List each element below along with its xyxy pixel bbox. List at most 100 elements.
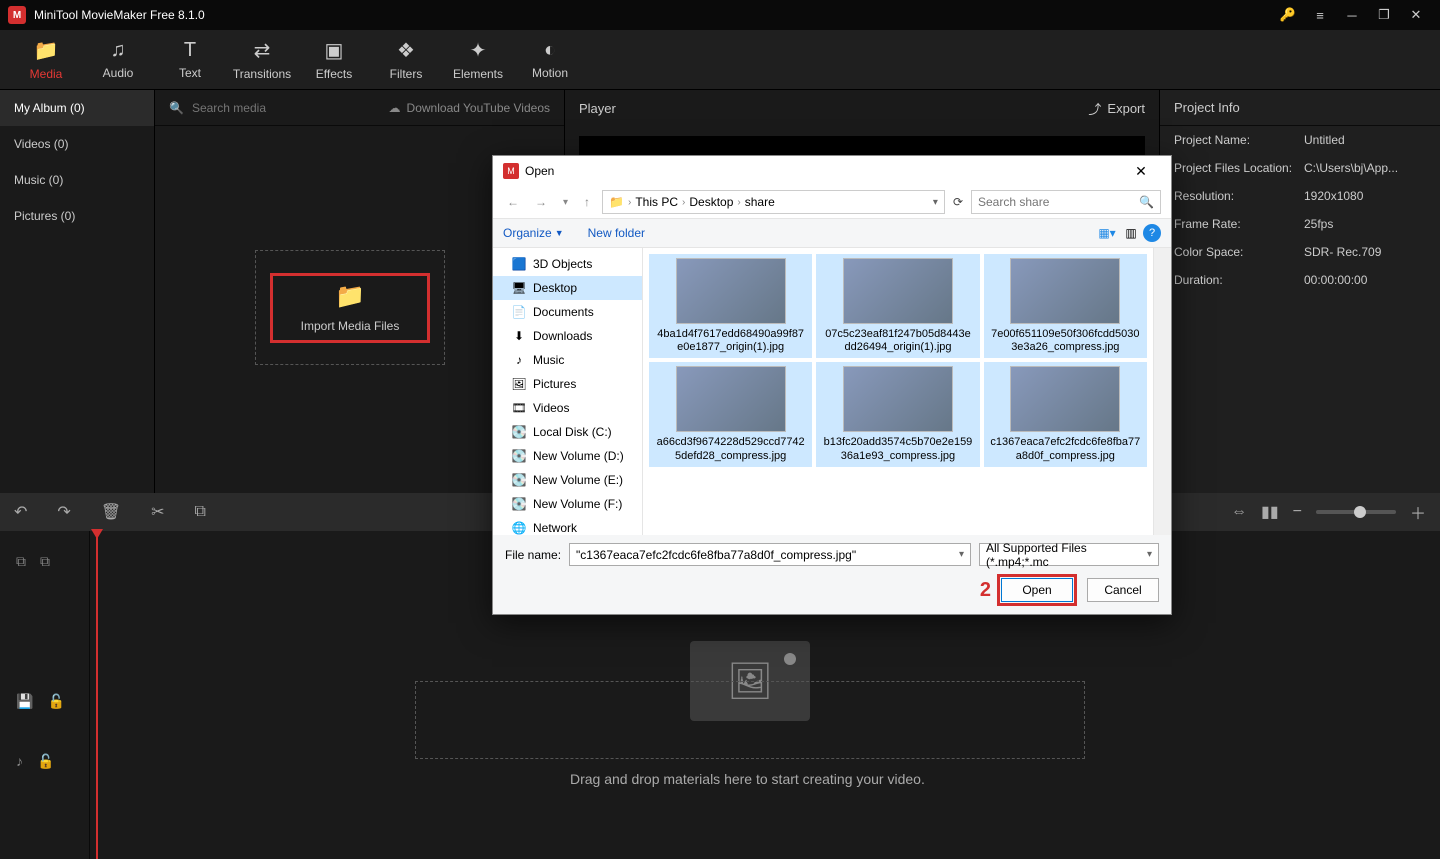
scrollbar[interactable]	[1153, 248, 1171, 535]
media-icon: 📁	[34, 38, 59, 63]
help-icon[interactable]: ?	[1143, 224, 1161, 242]
file-item[interactable]: b13fc20add3574c5b70e2e15936a1e93_compres…	[816, 362, 979, 466]
nav-back-button[interactable]: ←	[503, 195, 523, 209]
dialog-search-input[interactable]	[978, 195, 1139, 209]
zoom-out-button[interactable]: −	[1293, 503, 1302, 521]
file-item[interactable]: 4ba1d4f7617edd68490a99f87e0e1877_origin(…	[649, 254, 812, 358]
tree-item-label: New Volume (E:)	[533, 473, 623, 487]
chevron-down-icon[interactable]: ▾	[933, 197, 938, 208]
tab-motion[interactable]: ◐Motion	[514, 30, 586, 89]
tree-item[interactable]: 💽Local Disk (C:)	[493, 420, 642, 444]
breadcrumb-bar[interactable]: 📁 › This PC › Desktop › share ▾	[602, 190, 945, 214]
tab-media[interactable]: 📁 Media	[10, 30, 82, 89]
tab-transitions[interactable]: ⇄Transitions	[226, 30, 298, 89]
breadcrumb-segment[interactable]: This PC	[635, 195, 678, 209]
preview-pane-button[interactable]: ▥	[1119, 226, 1143, 240]
zoom-in-button[interactable]: ＋	[1410, 500, 1426, 524]
cancel-button[interactable]: Cancel	[1087, 578, 1159, 602]
lock-video-icon[interactable]: 🔓	[47, 693, 64, 710]
titlebar: M MiniTool MovieMaker Free 8.1.0 🔑 ≡ ─ ❐…	[0, 0, 1440, 30]
media-dropzone[interactable]: 📁 Import Media Files	[255, 250, 445, 365]
sidebar-item[interactable]: Music (0)	[0, 162, 154, 198]
cloud-download-icon: ☁	[389, 101, 401, 115]
filename-input[interactable]: "c1367eaca7efc2fcdc6fe8fba77a8d0f_compre…	[569, 543, 971, 566]
file-item[interactable]: a66cd3f9674228d529ccd77425defd28_compres…	[649, 362, 812, 466]
dialog-title: Open	[525, 164, 554, 178]
tree-item[interactable]: 🟦3D Objects	[493, 252, 642, 276]
sidebar-item[interactable]: My Album (0)	[0, 90, 154, 126]
tree-item[interactable]: ⬇Downloads	[493, 324, 642, 348]
tree-item-label: Desktop	[533, 281, 577, 295]
organize-menu[interactable]: Organize▼	[503, 226, 564, 240]
undo-button[interactable]: ↶	[14, 502, 27, 522]
breadcrumb-segment[interactable]: share	[745, 195, 775, 209]
tree-item[interactable]: 💽 New Volume (E:)	[493, 468, 642, 492]
tab-elements[interactable]: ✦Elements	[442, 30, 514, 89]
lock-audio-icon[interactable]: 🔓	[37, 753, 54, 770]
sidebar-item[interactable]: Pictures (0)	[0, 198, 154, 234]
split-button[interactable]: ✂	[151, 502, 164, 522]
file-item[interactable]: c1367eaca7efc2fcdc6fe8fba77a8d0f_compres…	[984, 362, 1147, 466]
tree-item-label: New Volume (F:)	[533, 497, 622, 511]
delete-button[interactable]: 🗑	[101, 502, 121, 522]
redo-button[interactable]: ↷	[57, 502, 70, 522]
filename-label: File name:	[505, 548, 561, 562]
crop-button[interactable]: ⧉	[195, 503, 206, 521]
save-track-icon[interactable]: 💾	[16, 693, 33, 710]
search-media-input[interactable]	[192, 101, 381, 115]
tree-item-icon: ⬇	[511, 329, 527, 343]
fit-button[interactable]: ⇔	[1231, 503, 1247, 521]
dialog-search-box[interactable]: 🔍	[971, 190, 1161, 214]
close-button[interactable]: ✕	[1400, 0, 1432, 30]
menu-icon[interactable]: ≡	[1304, 0, 1336, 30]
nav-forward-button[interactable]: →	[531, 195, 551, 209]
music-track-icon[interactable]: ♪	[16, 753, 23, 769]
snap-button[interactable]: ▮▮	[1261, 502, 1279, 522]
file-open-dialog: M Open ✕ ← → ▾ ↑ 📁 › This PC › Desktop ›…	[492, 155, 1172, 615]
tab-filters[interactable]: ❖Filters	[370, 30, 442, 89]
key-icon[interactable]: 🔑	[1272, 0, 1304, 30]
info-key: Frame Rate:	[1174, 217, 1304, 231]
tree-item-label: Local Disk (C:)	[533, 425, 612, 439]
info-value: C:\Users\bj\App...	[1304, 161, 1398, 175]
file-item[interactable]: 07c5c23eaf81f247b05d8443edd26494_origin(…	[816, 254, 979, 358]
tree-item[interactable]: 💽New Volume (F:)	[493, 492, 642, 516]
tree-item[interactable]: ♪Music	[493, 348, 642, 372]
tree-item[interactable]: 🎞Videos	[493, 396, 642, 420]
timeline-dropzone[interactable]	[415, 681, 1085, 759]
sidebar-item[interactable]: Videos (0)	[0, 126, 154, 162]
chevron-down-icon[interactable]: ▾	[1147, 549, 1152, 560]
breadcrumb-segment[interactable]: Desktop	[689, 195, 733, 209]
timeline-drop-text: Drag and drop materials here to start cr…	[570, 771, 925, 787]
download-youtube-link[interactable]: ☁ Download YouTube Videos	[389, 101, 550, 115]
tab-label: Media	[30, 67, 63, 81]
tree-item[interactable]: 💽New Volume (D:)	[493, 444, 642, 468]
tree-item[interactable]: 🖼Pictures	[493, 372, 642, 396]
nav-up-button[interactable]: ↑	[580, 195, 594, 209]
file-filter-select[interactable]: All Supported Files (*.mp4;*.mc ▾	[979, 543, 1159, 566]
new-folder-button[interactable]: New folder	[588, 226, 645, 240]
tree-item[interactable]: 🌐Network	[493, 516, 642, 535]
refresh-button[interactable]: ⟳	[953, 195, 963, 209]
playhead[interactable]	[96, 531, 98, 859]
zoom-slider[interactable]	[1316, 510, 1396, 514]
tree-item[interactable]: 🖥Desktop	[493, 276, 642, 300]
tree-item-icon: 💽	[511, 473, 527, 487]
chevron-down-icon[interactable]: ▾	[959, 549, 964, 560]
view-mode-button[interactable]: ▦▾	[1095, 226, 1119, 240]
tab-effects[interactable]: ▣Effects	[298, 30, 370, 89]
track-group-icon[interactable]: ⧉	[16, 553, 26, 570]
minimize-button[interactable]: ─	[1336, 0, 1368, 30]
tab-text[interactable]: TText	[154, 30, 226, 89]
track-group2-icon[interactable]: ⧉	[40, 553, 50, 570]
tree-item-label: Videos	[533, 401, 569, 415]
dialog-close-button[interactable]: ✕	[1121, 163, 1161, 180]
nav-history-button[interactable]: ▾	[559, 197, 572, 208]
tree-item[interactable]: 📄Documents	[493, 300, 642, 324]
file-item[interactable]: 7e00f651109e50f306fcdd50303e3a26_compres…	[984, 254, 1147, 358]
open-button[interactable]: Open	[1001, 578, 1073, 602]
maximize-button[interactable]: ❐	[1368, 0, 1400, 30]
tab-audio[interactable]: ♫Audio	[82, 30, 154, 89]
import-media-button[interactable]: 📁 Import Media Files	[270, 273, 430, 343]
export-button[interactable]: ⤴ Export	[1088, 99, 1145, 118]
